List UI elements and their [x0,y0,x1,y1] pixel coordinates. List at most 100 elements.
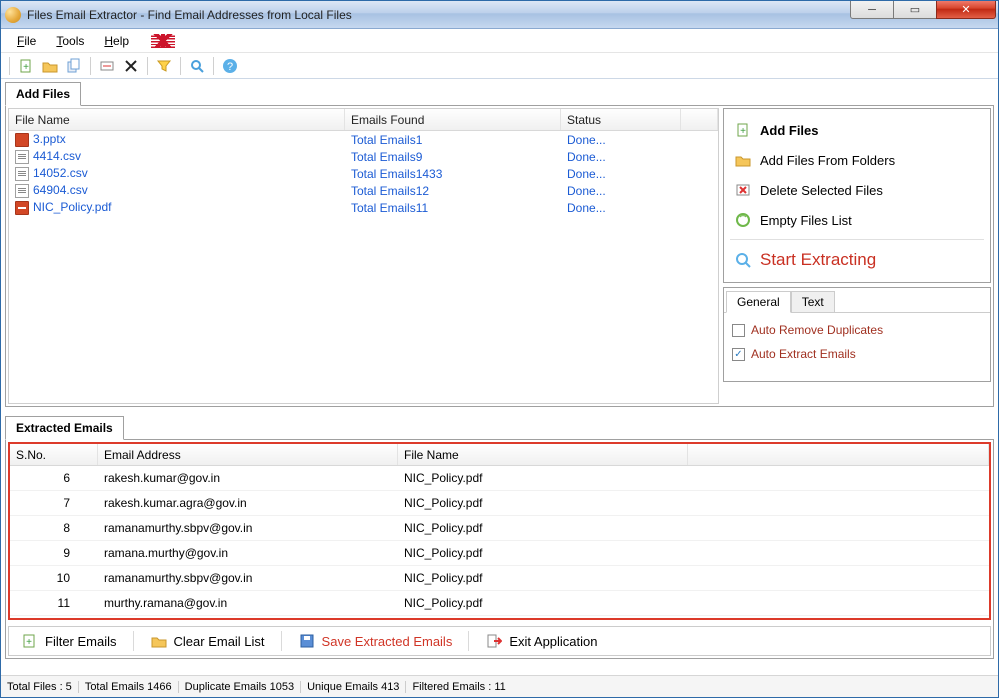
files-grid[interactable]: File Name Emails Found Status 3.pptxTota… [8,108,719,404]
col-email[interactable]: Email Address [98,444,398,465]
options-box: General Text Auto Remove Duplicates ✓ Au… [723,287,991,382]
toolbar-delete-icon[interactable] [121,56,141,76]
options-tab-text[interactable]: Text [791,291,835,313]
menubar: File Tools Help [1,29,998,53]
toolbar-copy-icon[interactable] [64,56,84,76]
svg-text:+: + [26,637,32,648]
col-file[interactable]: File Name [398,444,688,465]
file-row[interactable]: 64904.csv Total Emails12Done... [9,182,718,199]
email-cell: rakesh.kumar@gov.in [98,471,398,485]
checkbox-checked-icon[interactable]: ✓ [732,348,745,361]
delete-icon [734,181,752,199]
file-cell: NIC_Policy.pdf [398,521,688,535]
extracted-panel: S.No. Email Address File Name 6rakesh.ku… [5,439,994,659]
btn-exit-app-label: Exit Application [509,634,597,649]
titlebar: Files Email Extractor - Find Email Addre… [1,1,998,29]
btn-save-emails[interactable]: Save Extracted Emails [292,629,459,653]
svg-text:?: ? [227,61,233,73]
svg-text:+: + [23,62,29,73]
minimize-button[interactable]: ─ [850,1,894,19]
status-cell: Done... [561,150,681,164]
menu-tools[interactable]: Tools [48,32,92,50]
file-row-empty [9,318,718,335]
file-row-empty [9,267,718,284]
status-total-files: Total Files : 5 [7,681,79,693]
extracted-row[interactable]: 11murthy.ramana@gov.inNIC_Policy.pdf [10,591,989,616]
action-start-extracting-label: Start Extracting [760,250,876,270]
btn-exit-app[interactable]: Exit Application [479,629,603,653]
file-row[interactable]: NIC_Policy.pdfTotal Emails11Done... [9,199,718,216]
window-title: Files Email Extractor - Find Email Addre… [27,8,352,22]
btn-filter-emails[interactable]: + Filter Emails [15,629,123,653]
emails-found-cell: Total Emails1 [345,133,561,147]
sno-cell: 8 [10,521,98,535]
exit-icon [485,632,503,650]
btn-filter-emails-label: Filter Emails [45,634,117,649]
toolbar-add-folder-icon[interactable] [40,56,60,76]
action-add-from-folders-label: Add Files From Folders [760,153,895,168]
file-row[interactable]: 3.pptxTotal Emails1Done... [9,131,718,148]
file-row[interactable]: 4414.csvTotal Emails9Done... [9,148,718,165]
close-button[interactable]: ✕ [936,1,996,19]
file-type-icon [15,184,29,198]
action-delete-selected[interactable]: Delete Selected Files [728,175,986,205]
toolbar: + ? [1,53,998,79]
file-row-empty [9,301,718,318]
file-type-icon [15,167,29,181]
status-cell: Done... [561,133,681,147]
menu-help[interactable]: Help [96,32,137,50]
toolbar-help-icon[interactable]: ? [220,56,240,76]
save-icon [298,632,316,650]
email-cell: ramana.murthy@gov.in [98,546,398,560]
sno-cell: 11 [10,596,98,610]
extracted-row[interactable]: 10ramanamurthy.sbpv@gov.inNIC_Policy.pdf [10,566,989,591]
toolbar-clear-icon[interactable] [97,56,117,76]
file-row-empty [9,216,718,233]
toolbar-filter-icon[interactable] [154,56,174,76]
add-folder-icon [734,151,752,169]
btn-clear-emails[interactable]: Clear Email List [144,629,271,653]
file-row-empty [9,284,718,301]
option-auto-remove[interactable]: Auto Remove Duplicates [732,323,982,337]
app-window: Files Email Extractor - Find Email Addre… [0,0,999,698]
col-file-name[interactable]: File Name [9,109,345,130]
file-cell: NIC_Policy.pdf [398,546,688,560]
checkbox-unchecked-icon[interactable] [732,324,745,337]
menu-file[interactable]: File [9,32,44,50]
action-add-from-folders[interactable]: Add Files From Folders [728,145,986,175]
action-add-files[interactable]: + Add Files [728,115,986,145]
col-status[interactable]: Status [561,109,681,130]
email-cell: rakesh.kumar.agra@gov.in [98,496,398,510]
extracted-row[interactable]: 7rakesh.kumar.agra@gov.inNIC_Policy.pdf [10,491,989,516]
extracted-grid[interactable]: S.No. Email Address File Name 6rakesh.ku… [8,442,991,620]
filter-icon: + [21,632,39,650]
emails-found-cell: Total Emails12 [345,184,561,198]
toolbar-add-file-icon[interactable]: + [16,56,36,76]
status-filtered: Filtered Emails : 11 [412,681,511,693]
extracted-row[interactable]: 9ramana.murthy@gov.inNIC_Policy.pdf [10,541,989,566]
tab-extracted-emails[interactable]: Extracted Emails [5,416,124,440]
action-start-extracting[interactable]: Start Extracting [728,244,986,276]
col-sno[interactable]: S.No. [10,444,98,465]
tab-add-files[interactable]: Add Files [5,82,81,106]
flag-icon[interactable] [151,34,175,48]
action-empty-list[interactable]: Empty Files List [728,205,986,235]
options-tab-general[interactable]: General [726,291,791,313]
toolbar-search-icon[interactable] [187,56,207,76]
col-spacer2 [688,444,989,465]
maximize-button[interactable]: ▭ [893,1,937,19]
file-name-cell: 4414.csv [33,149,81,163]
col-emails-found[interactable]: Emails Found [345,109,561,130]
file-row[interactable]: 14052.csvTotal Emails1433Done... [9,165,718,182]
file-row-empty [9,386,718,403]
option-auto-extract[interactable]: ✓ Auto Extract Emails [732,347,982,361]
file-name-cell: 64904.csv [33,183,88,197]
status-cell: Done... [561,184,681,198]
extracted-row[interactable]: 6rakesh.kumar@gov.inNIC_Policy.pdf [10,466,989,491]
option-auto-extract-label: Auto Extract Emails [751,347,856,361]
sno-cell: 9 [10,546,98,560]
bottom-toolbar: + Filter Emails Clear Email List Save Ex… [8,626,991,656]
extracted-row[interactable]: 8ramanamurthy.sbpv@gov.inNIC_Policy.pdf [10,516,989,541]
file-type-icon [15,201,29,215]
file-name-cell: NIC_Policy.pdf [33,200,111,214]
